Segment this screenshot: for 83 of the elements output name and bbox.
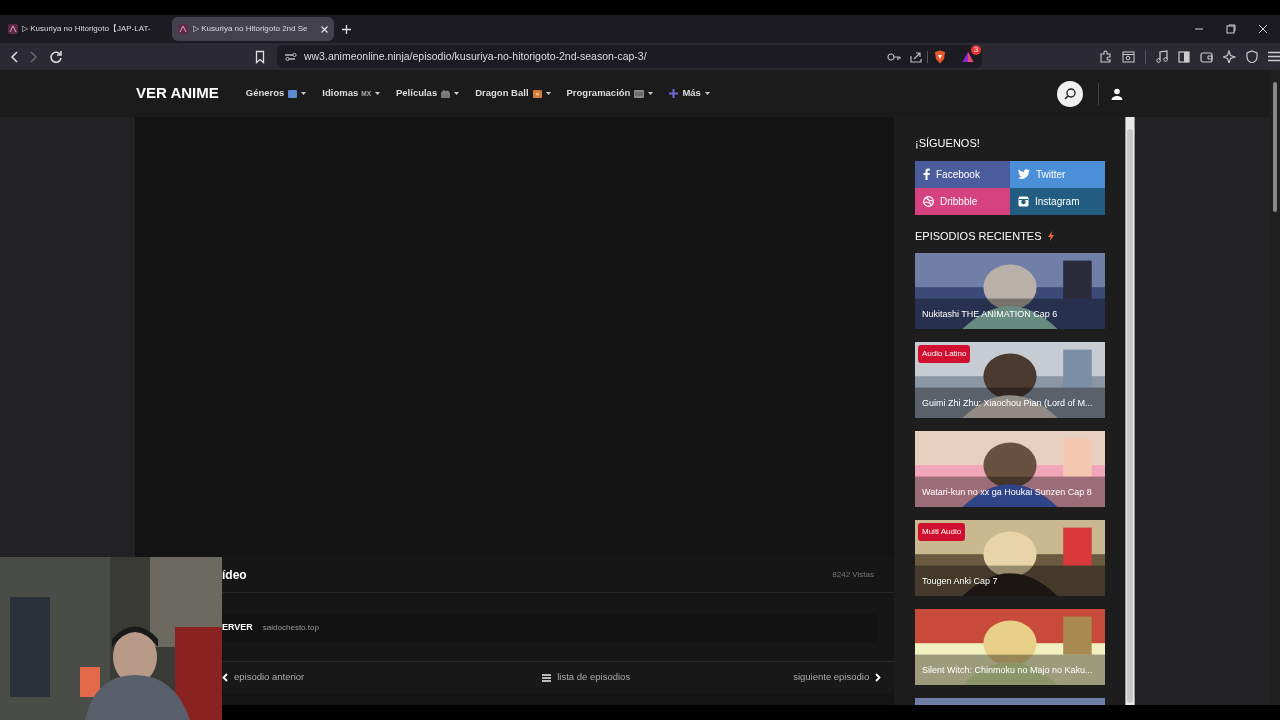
nav-menu-item[interactable]: Géneros [245, 86, 307, 101]
recent-episodes-title: EPISODIOS RECIENTES [915, 228, 1042, 244]
search-icon [1064, 87, 1076, 100]
social-link[interactable]: Dribbble [915, 187, 1010, 215]
address-bar[interactable]: ww3.animeonline.ninja/episodio/kusuriya-no-hitorigoto-2nd-season-cap-3/ 3 [276, 45, 982, 68]
caret-icon [648, 92, 654, 95]
calendar-icon [634, 89, 645, 98]
chevron-right-icon [875, 673, 882, 682]
bookmark-icon[interactable] [255, 49, 265, 64]
back-icon[interactable] [9, 49, 19, 64]
forward-icon[interactable] [28, 49, 39, 64]
nav-menu-item[interactable]: Dragon Ball [475, 86, 551, 101]
social-link[interactable]: Facebook [915, 160, 1010, 188]
scrollbar-thumb[interactable] [1127, 129, 1133, 703]
ball-icon [532, 89, 542, 98]
options-title: ídeo [222, 566, 247, 584]
list-icon [542, 673, 552, 682]
episode-title: Nukitashi THE ANIMATION Cap 6 [922, 307, 1058, 321]
ball-icon [923, 195, 934, 207]
nav-menu-item[interactable]: Más [669, 86, 710, 101]
episode-card[interactable]: Multi Audio Tougen Anki Cap 7 [915, 520, 1105, 596]
caret-icon [545, 92, 551, 95]
page-scrollbar-thumb[interactable] [1273, 82, 1277, 212]
server-label: ERVER [222, 621, 253, 635]
sparkle-icon[interactable] [1223, 50, 1236, 63]
notification-badge: 3 [971, 44, 981, 55]
server-name: saidochesto.top [262, 622, 319, 634]
camera-icon [1018, 195, 1029, 207]
lion-shield-icon[interactable] [934, 49, 946, 64]
search-button[interactable] [1057, 80, 1083, 107]
user-icon[interactable] [1111, 87, 1123, 100]
social-link[interactable]: Instagram [1010, 187, 1105, 215]
caret-icon [375, 92, 380, 95]
restore-icon[interactable] [1226, 24, 1236, 34]
music-icon[interactable] [1156, 50, 1168, 63]
view-count: 8242 Vistas [832, 568, 874, 581]
share-icon[interactable] [910, 50, 922, 63]
vpn-shield-icon[interactable] [1246, 50, 1258, 63]
site-favicon-icon [8, 24, 18, 34]
episode-title: Guimi Zhi Zhu: Xiaochou Pian (Lord of M... [922, 396, 1093, 410]
caret-icon [301, 92, 307, 95]
puzzle-icon[interactable] [1099, 50, 1112, 63]
site-logo[interactable]: VER ANIME [136, 82, 219, 105]
site-settings-icon [284, 51, 297, 62]
close-icon[interactable] [1258, 24, 1268, 34]
url-text: ww3.animeonline.ninja/episodio/kusuriya-no-hitorigoto-2nd-season-cap-3/ [303, 48, 647, 64]
tag-icon [288, 89, 298, 98]
episode-title: Tougen Anki Cap 7 [922, 574, 998, 588]
key-icon[interactable] [887, 52, 901, 61]
episode-list-link[interactable]: lista de episodios [542, 670, 631, 685]
f-letter-icon [923, 168, 930, 180]
lightning-icon [1047, 230, 1054, 241]
audio-tag: Multi Audio [918, 523, 966, 541]
episode-card[interactable]: Audio Latino Guimi Zhi Zhu: Xiaochou Pian (Lord of M... [915, 342, 1105, 418]
triangle-rewards-icon[interactable] [962, 50, 974, 63]
plus-icon [669, 89, 679, 98]
episode-card[interactable]: Watari-kun no xx ga Houkai Sunzen Cap 8 [915, 431, 1105, 507]
new-tab-icon[interactable] [342, 24, 351, 34]
follow-title: ¡SÍGUENOS! [915, 136, 981, 151]
episode-card[interactable]: Nukitashi THE ANIMATION Cap 6 [915, 253, 1105, 329]
scrollbar[interactable] [1125, 117, 1135, 705]
wallet-icon[interactable] [1200, 50, 1213, 63]
browser-tab[interactable]: ▷ Kusuriya no Hitorigoto 2nd Se [172, 17, 334, 41]
nav-menu-item[interactable]: Películas [396, 86, 460, 101]
sidebar-icon[interactable] [1178, 50, 1190, 63]
reload-icon[interactable] [48, 49, 63, 64]
previous-episode-link[interactable]: episodio anterior [222, 670, 305, 685]
next-episode-link[interactable]: siguiente episodio [793, 670, 882, 685]
caret-icon [454, 92, 460, 95]
episode-title: Silent Witch: Chinmoku no Majo no Kaku... [922, 663, 1093, 677]
menu-icon[interactable] [1268, 51, 1280, 62]
episode-title: Watari-kun no xx ga Houkai Sunzen Cap 8 [922, 485, 1092, 499]
bird-icon [1018, 169, 1030, 179]
camera-icon [441, 89, 451, 98]
chevron-left-icon [222, 673, 228, 682]
browser-tab[interactable]: ▷ Kusuriya no Hitorigoto【JAP-LAT- [4, 17, 168, 41]
close-tab-icon[interactable] [321, 25, 328, 33]
nav-menu-item[interactable]: Programación [566, 86, 654, 101]
site-favicon-icon [178, 24, 188, 34]
server-row[interactable]: ERVER saidochesto.top [222, 614, 878, 642]
caret-icon [704, 92, 710, 95]
audio-tag: Audio Latino [918, 345, 971, 363]
search-window-icon[interactable] [1122, 50, 1135, 63]
